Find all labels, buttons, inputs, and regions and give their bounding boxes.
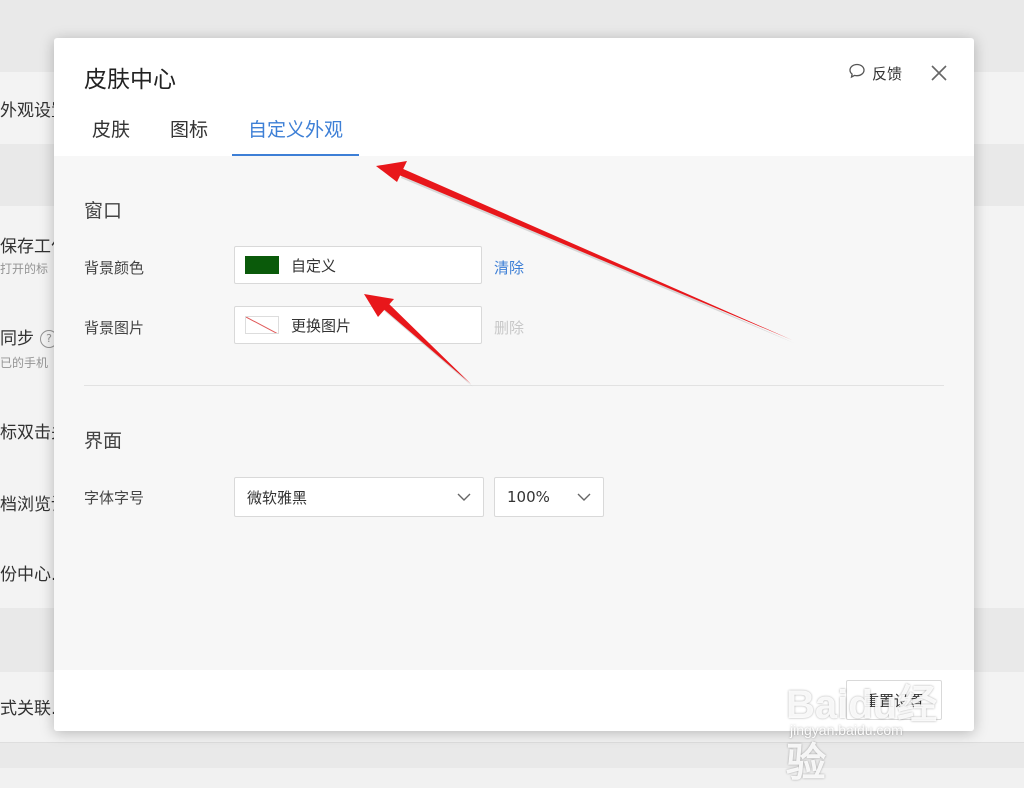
font-size-select[interactable]: 100% [494,477,604,517]
chevron-down-icon [457,493,471,501]
close-button[interactable] [928,62,950,84]
skin-center-dialog: 皮肤中心 反馈 皮肤 图标 自定义外观 窗口 背景颜色 自定义 清除 背景图片 [54,38,974,731]
color-swatch [245,256,279,274]
bg-image-label: 背景图片 [84,319,145,337]
section-title-interface: 界面 [84,430,123,452]
feedback-label: 反馈 [872,64,903,83]
tab-skin[interactable]: 皮肤 [76,114,146,154]
tab-bar: 皮肤 图标 自定义外观 [76,114,367,156]
feedback-button[interactable]: 反馈 [848,62,902,84]
chevron-down-icon [577,493,591,501]
bg-color-picker[interactable]: 自定义 [234,246,482,284]
font-label: 字体字号 [84,489,145,507]
no-image-icon [245,316,279,334]
bg-image-value: 更换图片 [291,316,352,335]
section-title-window: 窗口 [84,200,123,222]
section-divider [84,385,944,386]
tab-custom-appearance[interactable]: 自定义外观 [232,114,360,156]
font-size-value: 100% [507,488,550,506]
reset-settings-button[interactable]: 重置设置 [846,680,942,720]
dialog-title: 皮肤中心 [84,67,176,93]
bg-image-picker[interactable]: 更换图片 [234,306,482,344]
dialog-footer: 重置设置 [54,670,974,731]
clear-color-link[interactable]: 清除 [494,257,524,278]
font-family-value: 微软雅黑 [247,488,308,507]
bg-color-value: 自定义 [291,256,337,275]
delete-image-link: 删除 [494,319,525,337]
font-family-select[interactable]: 微软雅黑 [234,477,484,517]
bg-color-label: 背景颜色 [84,259,145,277]
chat-bubble-icon [848,62,866,84]
close-icon [931,65,947,81]
dialog-body: 窗口 背景颜色 自定义 清除 背景图片 更换图片 删除 界面 字体字号 微软雅黑… [54,156,974,670]
tab-icons[interactable]: 图标 [154,114,224,154]
